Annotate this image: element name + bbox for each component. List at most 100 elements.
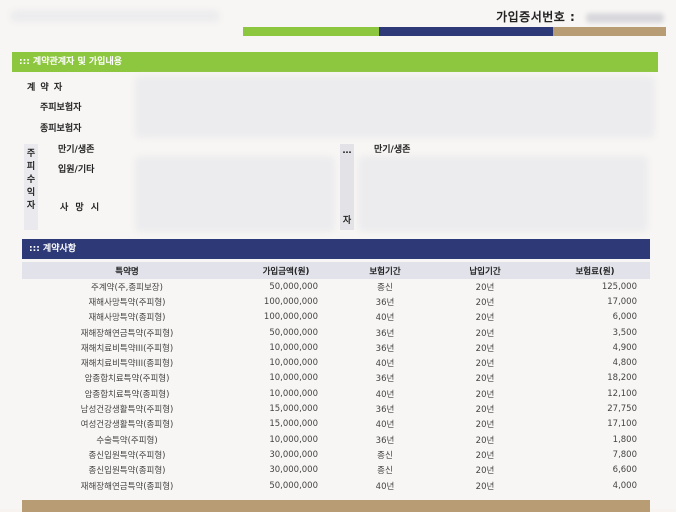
beneficiary-char: 수 bbox=[26, 175, 36, 185]
cell-rider-name: 재해장해연금특약(종피형) bbox=[80, 481, 174, 492]
cell-premium: 17,100 bbox=[607, 419, 637, 430]
col-amount: 가입금액(원) bbox=[262, 266, 310, 277]
table-row: 종신입원특약(종피형) 30,000,000 종신 20년 6,600 bbox=[22, 463, 650, 478]
redacted-party-info bbox=[135, 76, 655, 138]
table-row: 재해장해연금특약(주피형) 50,000,000 36년 20년 3,500 bbox=[22, 325, 650, 340]
table-row: 종신입원특약(주피형) 30,000,000 종신 20년 7,800 bbox=[22, 447, 650, 462]
cell-rider-name: 암종합치료특약(주피형) bbox=[84, 374, 170, 385]
section-parties-header: ::: 계약관계자 및 가입내용 bbox=[12, 52, 658, 72]
cell-amount: 10,000,000 bbox=[269, 358, 318, 369]
table-row: 재해사망특약(주피형) 100,000,000 36년 20년 17,000 bbox=[22, 294, 650, 309]
cell-rider-name: 재해장해연금특약(주피형) bbox=[80, 328, 174, 339]
label-sub-insured: 종피보험자 bbox=[40, 124, 82, 134]
cell-payment-period: 20년 bbox=[475, 374, 495, 385]
redacted-header-text bbox=[10, 10, 220, 22]
beneficiary-char: 주 bbox=[26, 149, 36, 159]
table-row: 남성건강생활특약(주피형) 15,000,000 36년 20년 27,750 bbox=[22, 401, 650, 416]
cell-rider-name: 재해사망특약(주피형) bbox=[88, 297, 166, 308]
cell-premium: 7,800 bbox=[612, 449, 637, 460]
table-row: 수술특약(주피형) 10,000,000 36년 20년 1,800 bbox=[22, 432, 650, 447]
cell-rider-name: 주계약(주,종피보장) bbox=[91, 282, 163, 293]
label-death: 사 망 시 bbox=[60, 203, 102, 213]
cell-rider-name: 종신입원특약(종피형) bbox=[88, 466, 166, 477]
contract-number-label: 가입증서번호 : bbox=[496, 10, 576, 24]
cell-amount: 30,000,000 bbox=[269, 449, 318, 460]
contract-number-redacted bbox=[586, 12, 664, 23]
cell-payment-period: 20년 bbox=[475, 359, 495, 370]
cell-coverage-period: 36년 bbox=[375, 343, 395, 354]
cell-coverage-period: 종신 bbox=[377, 450, 393, 461]
cell-coverage-period: 36년 bbox=[375, 435, 395, 446]
cell-rider-name: 여성건강생활특약(종피형) bbox=[80, 420, 174, 431]
cell-coverage-period: 40년 bbox=[375, 481, 395, 492]
cell-premium: 4,900 bbox=[612, 342, 637, 353]
cell-rider-name: 종신입원특약(주피형) bbox=[88, 450, 166, 461]
cell-rider-name: 재해치료비특약III(종피형) bbox=[80, 359, 174, 370]
table-row: 주계약(주,종피보장) 50,000,000 종신 20년 125,000 bbox=[22, 279, 650, 294]
color-band-tan bbox=[553, 27, 666, 36]
col-rider-name: 특약명 bbox=[115, 266, 139, 277]
color-band-navy bbox=[379, 27, 553, 36]
cell-rider-name: 재해사망특약(종피형) bbox=[88, 313, 166, 324]
cell-coverage-period: 36년 bbox=[375, 374, 395, 385]
beneficiary-char: 익 bbox=[26, 188, 36, 198]
cell-premium: 4,800 bbox=[612, 358, 637, 369]
cell-amount: 15,000,000 bbox=[269, 419, 318, 430]
rider-table-body: 주계약(주,종피보장) 50,000,000 종신 20년 125,000 재해사망특약(… bbox=[22, 279, 650, 493]
label-contractor: 계 약 자 bbox=[27, 83, 64, 93]
cell-amount: 10,000,000 bbox=[269, 373, 318, 384]
small-col-dash: … bbox=[342, 146, 352, 156]
cell-premium: 3,500 bbox=[612, 327, 637, 338]
cell-amount: 10,000,000 bbox=[269, 434, 318, 445]
beneficiary-secondary-column: … 자 bbox=[340, 144, 354, 230]
cell-premium: 17,000 bbox=[607, 296, 637, 307]
cell-payment-period: 20년 bbox=[475, 405, 495, 416]
cell-amount: 50,000,000 bbox=[269, 327, 318, 338]
cell-premium: 1,800 bbox=[612, 434, 637, 445]
redacted-beneficiary-right bbox=[358, 156, 648, 232]
table-row: 암종합치료특약(종피형) 10,000,000 40년 20년 12,100 bbox=[22, 386, 650, 401]
cell-amount: 50,000,000 bbox=[269, 480, 318, 491]
cell-rider-name: 암종합치료특약(종피형) bbox=[84, 389, 170, 400]
beneficiary-char: 피 bbox=[26, 162, 36, 172]
certificate-page: 가입증서번호 : ::: 계약관계자 및 가입내용 계 약 자 주피보험자 종피… bbox=[0, 0, 676, 512]
cell-coverage-period: 36년 bbox=[375, 297, 395, 308]
cell-payment-period: 20년 bbox=[475, 481, 495, 492]
cell-payment-period: 20년 bbox=[475, 328, 495, 339]
label-maturity-survival-right: 만기/생존 bbox=[374, 145, 411, 155]
cell-amount: 30,000,000 bbox=[269, 465, 318, 476]
cell-amount: 10,000,000 bbox=[269, 388, 318, 399]
table-row: 재해사망특약(종피형) 100,000,000 40년 20년 6,000 bbox=[22, 310, 650, 325]
cell-coverage-period: 40년 bbox=[375, 359, 395, 370]
beneficiary-char: 자 bbox=[26, 201, 36, 211]
table-row: 암종합치료특약(주피형) 10,000,000 36년 20년 18,200 bbox=[22, 371, 650, 386]
cell-coverage-period: 종신 bbox=[377, 282, 393, 293]
cell-premium: 18,200 bbox=[607, 373, 637, 384]
section-footer-band bbox=[22, 500, 650, 512]
col-coverage-period: 보험기간 bbox=[369, 266, 401, 277]
label-maturity-survival: 만기/생존 bbox=[58, 145, 95, 155]
cell-payment-period: 20년 bbox=[475, 313, 495, 324]
cell-coverage-period: 40년 bbox=[375, 420, 395, 431]
table-row: 재해치료비특약III(주피형) 10,000,000 36년 20년 4,900 bbox=[22, 340, 650, 355]
cell-payment-period: 20년 bbox=[475, 466, 495, 477]
cell-coverage-period: 40년 bbox=[375, 313, 395, 324]
rider-table-header: 특약명 가입금액(원) 보험기간 납입기간 보험료(원) bbox=[22, 262, 650, 279]
cell-rider-name: 수술특약(주피형) bbox=[96, 435, 158, 446]
cell-payment-period: 20년 bbox=[475, 389, 495, 400]
small-col-label: 자 bbox=[342, 216, 352, 226]
cell-premium: 27,750 bbox=[607, 404, 637, 415]
cell-payment-period: 20년 bbox=[475, 420, 495, 431]
cell-amount: 100,000,000 bbox=[263, 312, 318, 323]
table-row: 재해장해연금특약(종피형) 50,000,000 40년 20년 4,000 bbox=[22, 478, 650, 493]
beneficiary-vertical-label: 주 피 수 익 자 bbox=[24, 144, 38, 230]
col-payment-period: 납입기간 bbox=[469, 266, 501, 277]
cell-premium: 6,600 bbox=[612, 465, 637, 476]
color-band-green bbox=[243, 27, 379, 36]
rider-table: 특약명 가입금액(원) 보험기간 납입기간 보험료(원) 주계약(주,종피보장)… bbox=[22, 262, 650, 493]
cell-payment-period: 20년 bbox=[475, 282, 495, 293]
cell-payment-period: 20년 bbox=[475, 297, 495, 308]
cell-premium: 4,000 bbox=[612, 480, 637, 491]
cell-amount: 15,000,000 bbox=[269, 404, 318, 415]
cell-coverage-period: 40년 bbox=[375, 389, 395, 400]
